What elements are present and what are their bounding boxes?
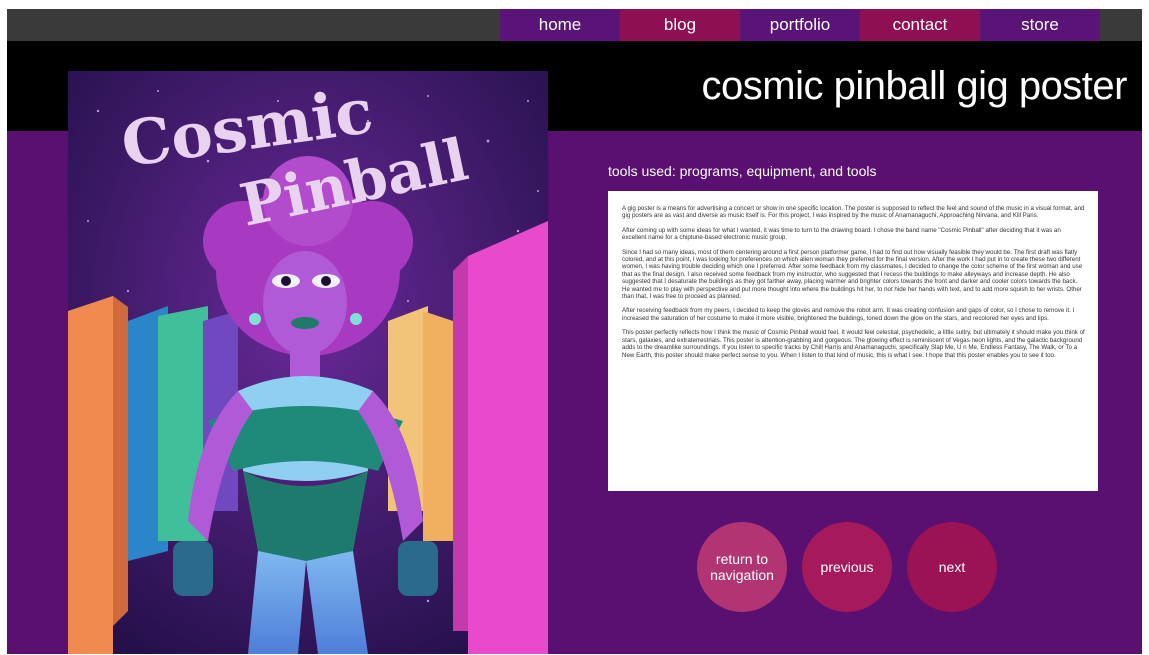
page-frame: home blog portfolio contact store cosmic… xyxy=(7,9,1142,654)
poster-illustration: Cosmic Pinball xyxy=(68,71,548,654)
paragraph: After receiving feedback from my peers, … xyxy=(622,307,1075,322)
paragraph: This poster perfectly reflects how I thi… xyxy=(622,329,1085,359)
paragraph: After coming up with some ideas for what… xyxy=(622,226,1061,242)
page-title: cosmic pinball gig poster xyxy=(701,64,1128,108)
nav-blog[interactable]: blog xyxy=(620,9,740,41)
nav-portfolio[interactable]: portfolio xyxy=(740,9,860,41)
poster-image: Cosmic Pinball xyxy=(68,71,548,654)
description-box: A gig poster is a means for advertising … xyxy=(608,191,1098,491)
paragraph: Since I had so many ideas, most of them … xyxy=(622,248,1083,301)
previous-button[interactable]: previous xyxy=(802,522,892,612)
return-to-navigation-button[interactable]: return to navigation xyxy=(697,522,787,612)
tools-heading: tools used: programs, equipment, and too… xyxy=(608,163,877,179)
nav-store[interactable]: store xyxy=(980,9,1100,41)
nav-contact[interactable]: contact xyxy=(860,9,980,41)
paragraph: A gig poster is a means for advertising … xyxy=(622,205,1085,220)
nav-home[interactable]: home xyxy=(500,9,620,41)
top-nav-bar: home blog portfolio contact store xyxy=(7,9,1142,41)
main-nav: home blog portfolio contact store xyxy=(500,9,1100,41)
next-button[interactable]: next xyxy=(907,522,997,612)
